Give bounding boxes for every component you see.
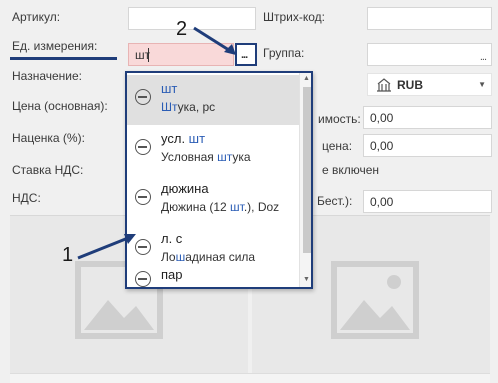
group-label: Группа: <box>263 46 305 60</box>
annotation-arrow-2 <box>193 26 236 55</box>
item-main: л. с <box>161 231 183 246</box>
annotation-marker-2: 2 <box>176 18 188 40</box>
cost-value: 0,00 <box>370 111 394 125</box>
unit-label: Ед. измерения: <box>12 39 98 53</box>
item-main: дюжина <box>161 181 209 196</box>
group-browse-dots[interactable]: ... <box>480 51 487 63</box>
item-sub: Штука, pc <box>161 100 216 114</box>
dropdown-scrollbar[interactable]: ▲ ▼ <box>299 73 311 287</box>
unit-icon <box>135 271 151 287</box>
item-main: шт <box>161 81 178 96</box>
unit-icon <box>135 139 151 155</box>
markup-label: Наценка (%): <box>12 131 85 145</box>
price2-input[interactable]: 0,00 <box>363 134 492 157</box>
vat-included-label: е включен <box>322 163 380 177</box>
scrollbar-thumb[interactable] <box>303 87 311 253</box>
unit-dropdown[interactable]: шт Штука, pc усл. шт Условная штука дюжи… <box>125 71 313 289</box>
barcode-label: Штрих-код: <box>263 10 325 24</box>
vat-label: НДС: <box>12 191 41 205</box>
item-main: пар <box>161 267 183 282</box>
image-placeholder-icon <box>331 261 419 339</box>
item-main: усл. шт <box>161 131 206 146</box>
cost-input[interactable]: 0,00 <box>363 106 492 129</box>
price2-label: цена: <box>322 139 353 153</box>
list-item-par[interactable]: пар <box>127 261 299 287</box>
unit-label-underline <box>10 57 117 60</box>
purpose-label: Назначение: <box>12 69 83 83</box>
unit-icon <box>135 189 151 205</box>
best-label: Бест.): <box>317 194 353 208</box>
article-label: Артикул: <box>12 10 61 24</box>
scroll-down-arrow-icon[interactable]: ▼ <box>303 276 310 283</box>
vat-rate-label: Ставка НДС: <box>12 163 84 177</box>
list-item-dozen[interactable]: дюжина Дюжина (12 шт.), Doz <box>127 175 299 225</box>
cost-label: имость: <box>318 112 361 126</box>
item-sub: Дюжина (12 шт.), Doz <box>161 200 280 214</box>
annotation-marker-1: 1 <box>62 244 74 266</box>
group-input[interactable]: ... <box>367 43 492 66</box>
currency-value: RUB <box>397 78 423 92</box>
chevron-down-icon: ▼ <box>478 80 486 89</box>
currency-icon <box>377 78 391 92</box>
text-caret <box>148 48 149 62</box>
item-sub: Условная штука <box>161 150 251 164</box>
best-input[interactable]: 0,00 <box>363 190 492 213</box>
price-label: Цена (основная): <box>12 99 108 113</box>
best-value: 0,00 <box>370 195 394 209</box>
currency-select[interactable]: RUB ▼ <box>367 73 492 96</box>
scroll-up-arrow-icon[interactable]: ▲ <box>303 75 310 82</box>
list-item-sht[interactable]: шт Штука, pc <box>127 75 299 125</box>
annotation-arrow-1 <box>77 234 136 260</box>
list-item-usl-sht[interactable]: усл. шт Условная штука <box>127 125 299 175</box>
barcode-input[interactable] <box>367 7 492 30</box>
bottom-strip <box>10 373 490 383</box>
price2-value: 0,00 <box>370 139 394 153</box>
unit-icon <box>135 89 151 105</box>
